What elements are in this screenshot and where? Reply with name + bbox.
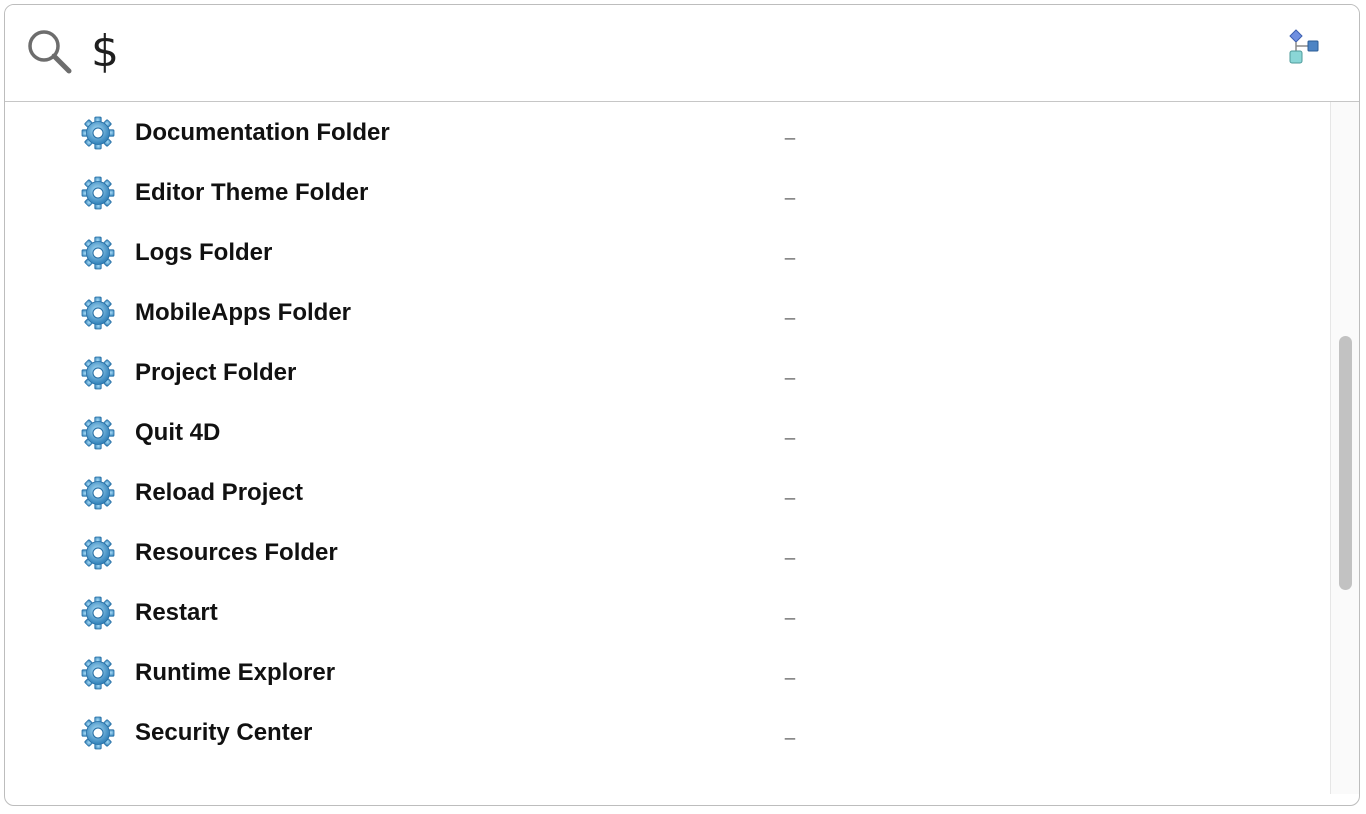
list-item-label: Documentation Folder (135, 119, 390, 146)
list-item-detail: _ (785, 720, 796, 740)
gear-icon (81, 356, 115, 390)
gear-icon (81, 656, 115, 690)
gear-icon (81, 476, 115, 510)
list-item[interactable]: Editor Theme Folder _ (5, 164, 1332, 224)
list-item[interactable]: Project Folder _ (5, 344, 1332, 404)
gear-icon (81, 236, 115, 270)
list-item[interactable]: Quit 4D _ (5, 404, 1332, 464)
list-item[interactable]: MobileApps Folder _ (5, 284, 1332, 344)
gear-icon (81, 116, 115, 150)
gear-icon (81, 416, 115, 450)
gear-icon (81, 536, 115, 570)
gear-icon (81, 716, 115, 750)
results-list: Database Folder _ (5, 102, 1332, 805)
list-item-detail: _ (785, 120, 796, 140)
search-input[interactable] (91, 21, 1241, 81)
list-item[interactable]: Security Center _ (5, 704, 1332, 764)
list-item[interactable]: Logs Folder _ (5, 224, 1332, 284)
list-item[interactable]: Resources Folder _ (5, 524, 1332, 584)
list-item-detail: _ (785, 420, 796, 440)
class-hierarchy-icon[interactable] (1287, 29, 1321, 65)
command-palette-window: Database Folder _ (4, 4, 1360, 806)
gear-icon (81, 596, 115, 630)
list-item[interactable]: Reload Project _ (5, 464, 1332, 524)
list-item[interactable]: Runtime Explorer _ (5, 644, 1332, 704)
list-item-label: Project Folder (135, 359, 297, 386)
gear-icon (81, 176, 115, 210)
scrollbar-thumb[interactable] (1339, 336, 1352, 590)
list-item-detail: _ (785, 300, 796, 320)
search-bar (5, 5, 1359, 102)
vertical-scrollbar[interactable] (1330, 102, 1359, 794)
list-item-detail: _ (785, 660, 796, 680)
gear-icon (81, 296, 115, 330)
list-item-label: Restart (135, 599, 218, 626)
results-list-inner: Database Folder _ (5, 102, 1332, 764)
list-item-label: Quit 4D (135, 419, 221, 446)
list-item-label: Security Center (135, 719, 313, 746)
list-item-detail: _ (785, 480, 796, 500)
list-item-detail: _ (785, 540, 796, 560)
list-item-detail: _ (785, 600, 796, 620)
list-item-label: MobileApps Folder (135, 299, 351, 326)
list-item-label: Runtime Explorer (135, 659, 336, 686)
list-item-label: Resources Folder (135, 539, 338, 566)
list-item[interactable]: Documentation Folder _ (5, 104, 1332, 164)
list-item-detail: _ (785, 180, 796, 200)
list-item-label: Logs Folder (135, 239, 273, 266)
search-icon (25, 27, 73, 75)
list-item-label: Editor Theme Folder (135, 179, 369, 206)
list-item-label: Reload Project (135, 479, 304, 506)
list-item-detail: _ (785, 360, 796, 380)
list-item[interactable]: Restart _ (5, 584, 1332, 644)
list-item-detail: _ (785, 240, 796, 260)
